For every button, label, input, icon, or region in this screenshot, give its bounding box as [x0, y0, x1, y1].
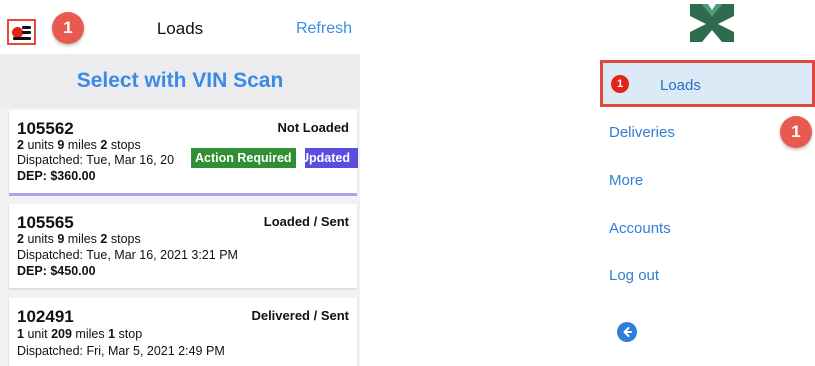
load-summary: 2 units 9 miles 2 stops [17, 232, 141, 246]
load-dep: DEP: $450.00 [17, 264, 96, 278]
back-arrow-icon[interactable] [617, 322, 637, 342]
sidebar-item-loads[interactable] [600, 60, 815, 107]
load-status: Delivered / Sent [251, 308, 349, 323]
sidebar-item-deliveries[interactable]: Deliveries [609, 124, 675, 141]
load-id: 105562 [17, 119, 74, 138]
top-bar: 1 Loads Refresh [0, 0, 360, 54]
load-status: Loaded / Sent [263, 214, 349, 229]
action-required-tag: Action Required [191, 148, 296, 168]
vin-scan-button[interactable]: Select with VIN Scan [0, 54, 360, 108]
load-dispatched: Dispatched: Fri, Mar 5, 2021 2:49 PM [17, 344, 225, 358]
sidebar-item-loads-label[interactable]: Loads [660, 77, 701, 94]
sidebar-item-logout[interactable]: Log out [609, 267, 659, 284]
load-card[interactable]: 105565 Loaded / Sent 2 units 9 miles 2 s… [9, 204, 357, 288]
sidebar-item-accounts[interactable]: Accounts [609, 220, 671, 237]
callout-badge: 1 [52, 12, 84, 44]
load-dispatched: Dispatched: Tue, Mar 16, 2021 3:21 PM [17, 248, 238, 262]
hamburger-icon [22, 26, 31, 29]
callout-badge: 1 [780, 116, 812, 148]
updated-tag: Updated [305, 148, 358, 168]
refresh-button[interactable]: Refresh [296, 20, 352, 38]
load-id: 102491 [17, 307, 74, 326]
load-summary: 1 unit 209 miles 1 stop [17, 327, 143, 341]
load-summary: 2 units 9 miles 2 stops [17, 138, 141, 152]
load-status: Not Loaded [277, 120, 350, 135]
page-title: Loads [156, 19, 204, 38]
mm-logo-icon [690, 4, 734, 42]
menu-button[interactable] [7, 19, 36, 45]
load-dispatched: Dispatched: Tue, Mar 16, 20 [17, 153, 175, 167]
load-dep: DEP: $360.00 [17, 169, 96, 183]
load-card[interactable]: 102491 Delivered / Sent 1 unit 209 miles… [9, 298, 357, 366]
loads-screen: 1 Loads Refresh Select with VIN Scan 105… [0, 0, 360, 366]
load-id: 105565 [17, 213, 74, 232]
sidebar-item-more[interactable]: More [609, 172, 643, 189]
loads-count-badge: 1 [611, 75, 629, 93]
card-highlight-bar [9, 193, 357, 196]
